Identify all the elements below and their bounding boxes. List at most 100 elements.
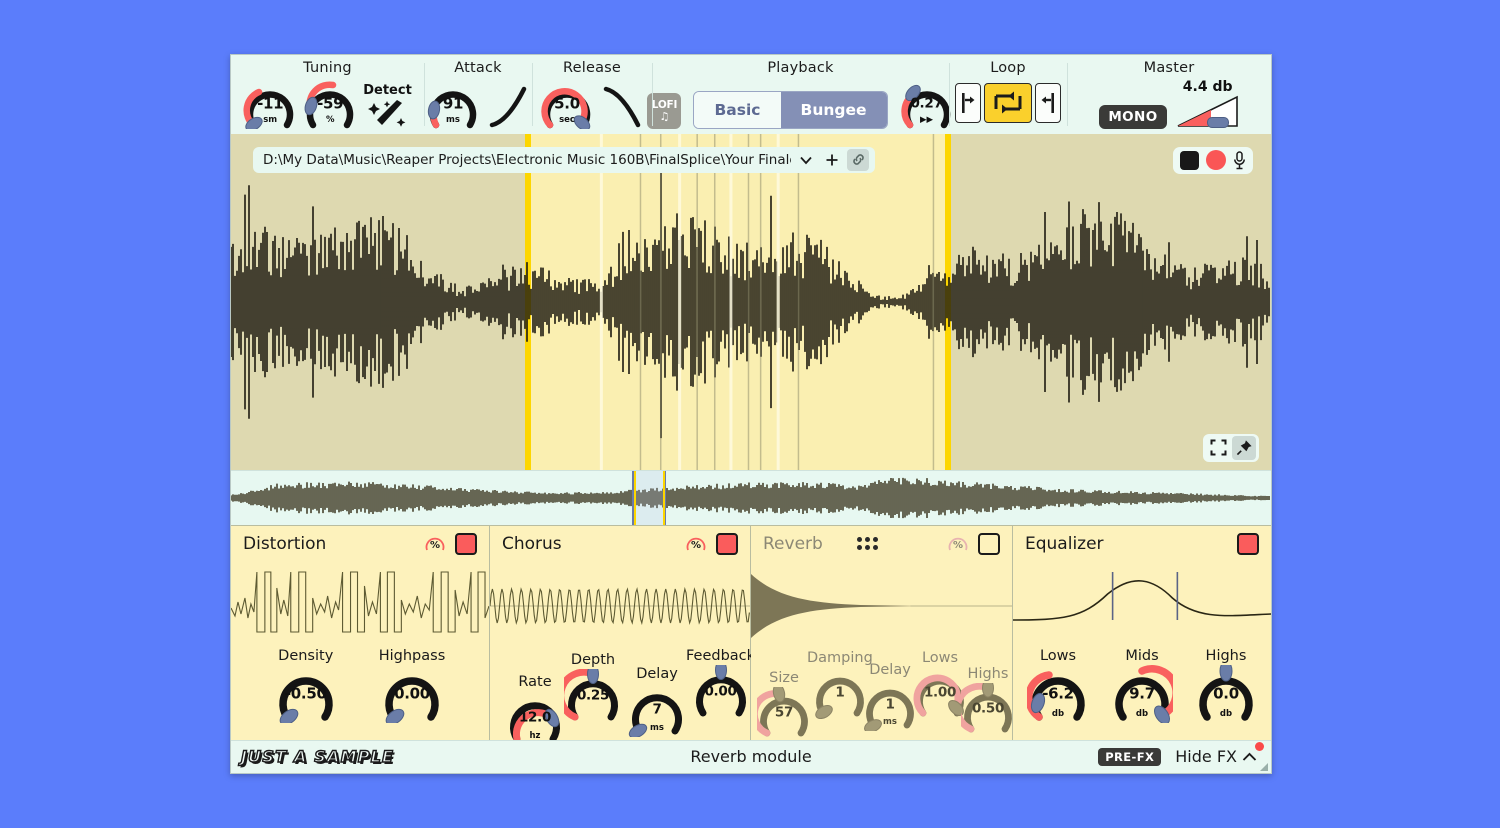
- knob-density[interactable]: -0.50: [275, 665, 337, 723]
- app-logo: JUST A SAMPLE: [240, 747, 395, 767]
- master-gain-control[interactable]: 4.4 db: [1177, 79, 1239, 129]
- knob-eq-lows[interactable]: -6.2 db: [1027, 665, 1089, 723]
- playback-mode-toggle: Basic Bungee: [693, 91, 888, 129]
- fx-enable-toggle[interactable]: [1237, 532, 1259, 555]
- knob-reverb-highs[interactable]: 0.50: [961, 682, 1015, 735]
- fx-module-equalizer[interactable]: Equalizer Lows -6.2 db Mids 9.7 db Highs…: [1013, 525, 1271, 740]
- knob-attack[interactable]: 91 ms: [426, 79, 480, 129]
- knob-value: -59: [317, 94, 344, 113]
- knob-eq-highs[interactable]: 0.0 db: [1195, 664, 1257, 723]
- link-icon[interactable]: [847, 148, 869, 171]
- knob-tuning-cents[interactable]: -59 %: [303, 79, 357, 129]
- file-path-bar[interactable]: D:\My Data\Music\Reaper Projects\Electro…: [253, 146, 875, 173]
- magic-wand-icon: [367, 100, 405, 127]
- knob-unit: sec: [559, 115, 575, 125]
- knob-value: 0.50: [971, 700, 1005, 717]
- percent-mix-icon[interactable]: %: [424, 533, 446, 555]
- attack-curve-icon: [489, 86, 527, 128]
- knob-label: Delay: [869, 661, 911, 678]
- hide-fx-button[interactable]: Hide FX: [1175, 742, 1264, 767]
- marker-left-icon: [962, 93, 975, 113]
- knob-group-reverb-highs: Highs 0.50: [961, 666, 1015, 735]
- knob-reverb-delay[interactable]: 1 ms: [863, 679, 917, 731]
- knob-value: 1: [885, 696, 895, 713]
- fullscreen-button[interactable]: [1206, 436, 1230, 460]
- knob-feedback[interactable]: 0.00: [692, 664, 750, 719]
- waveform-display[interactable]: D:\My Data\Music\Reaper Projects\Electro…: [231, 133, 1271, 470]
- six-dot-drag-icon[interactable]: [856, 537, 878, 551]
- percent-mix-icon[interactable]: %: [685, 533, 707, 555]
- knob-label: Rate: [518, 673, 552, 690]
- prefx-badge[interactable]: PRE-FX: [1098, 747, 1162, 766]
- knob-unit: sm: [263, 115, 278, 125]
- fader-handle[interactable]: [1206, 117, 1229, 128]
- knob-release[interactable]: 5.0 sec: [540, 79, 594, 129]
- knob-rate[interactable]: 12.0 hz: [506, 691, 564, 745]
- knob-size[interactable]: 57: [757, 686, 811, 739]
- playback-mode-bungee[interactable]: Bungee: [780, 92, 887, 128]
- knob-reverb-lows[interactable]: 1.00: [913, 667, 967, 719]
- knob-value: 12.0: [518, 709, 552, 726]
- detect-label: Detect: [363, 83, 412, 98]
- mono-button[interactable]: MONO: [1099, 105, 1167, 129]
- plus-icon[interactable]: [821, 149, 843, 171]
- status-bar: JUST A SAMPLE Reverb module PRE-FX Hide …: [231, 739, 1271, 773]
- section-playback: Playback LOFI ♫ Basic Bungee 0.27 ▶▶: [647, 55, 950, 134]
- knob-eq-mids[interactable]: 9.7 db: [1111, 664, 1173, 723]
- overview-marker-end: [663, 470, 665, 525]
- overview-waveform-graphic: [231, 477, 1270, 518]
- knob-damping[interactable]: 1: [813, 667, 867, 719]
- fx-enable-toggle[interactable]: [455, 532, 477, 555]
- fx-enable-toggle[interactable]: [978, 532, 1000, 555]
- loop-toggle-button[interactable]: [984, 83, 1032, 123]
- knob-value: 0.00: [394, 684, 430, 703]
- record-circle-icon[interactable]: [1206, 150, 1226, 171]
- section-title-attack: Attack: [454, 60, 502, 76]
- knob-tuning-semitones[interactable]: -11 sm: [243, 79, 297, 129]
- knob-depth[interactable]: 0.25: [564, 668, 622, 723]
- microphone-icon[interactable]: [1233, 150, 1246, 170]
- chevron-down-icon[interactable]: [795, 149, 817, 171]
- overview-view-window[interactable]: [632, 470, 666, 525]
- stop-square-icon[interactable]: [1180, 150, 1199, 170]
- pin-button[interactable]: [1232, 435, 1256, 460]
- knob-group-eq-mids: Mids 9.7 db: [1111, 648, 1173, 723]
- knob-group-eq-highs: Highs 0.0 db: [1195, 648, 1257, 723]
- percent-mix-icon[interactable]: %: [947, 533, 969, 555]
- fx-modules-row: Distortion % Density -0.50 Highpass 0.00…: [231, 524, 1271, 743]
- lofi-button[interactable]: LOFI ♫: [647, 93, 682, 129]
- knob-highpass[interactable]: 0.00: [381, 665, 443, 723]
- playback-mode-basic[interactable]: Basic: [694, 92, 781, 128]
- knob-value: 9.7: [1129, 684, 1155, 703]
- knob-unit: ms: [650, 722, 664, 733]
- waveform-corner-buttons: [1203, 433, 1259, 462]
- fx-knob-group: Density -0.50 Highpass 0.00: [231, 648, 489, 723]
- knob-label: Density: [278, 647, 334, 664]
- master-fader[interactable]: [1177, 93, 1239, 129]
- overview-marker-start: [634, 470, 636, 525]
- fx-knob-group: Lows -6.2 db Mids 9.7 db Highs 0.0 db: [1013, 648, 1271, 723]
- fx-module-chorus[interactable]: Chorus % Rate 12.0 hz Depth 0.25 Delay 7…: [490, 525, 755, 743]
- overview-strip[interactable]: [231, 469, 1271, 525]
- fx-title: Chorus: [502, 533, 562, 554]
- section-master: Master MONO 4.4 db: [1067, 55, 1271, 134]
- section-title-loop: Loop: [990, 60, 1026, 76]
- fx-module-distortion[interactable]: Distortion % Density -0.50 Highpass 0.00: [231, 525, 490, 740]
- fx-graph-distortion: [231, 558, 489, 646]
- knob-group-density: Density -0.50: [275, 648, 337, 723]
- hide-fx-label: Hide FX: [1175, 747, 1237, 767]
- knob-chorus-delay[interactable]: 7 ms: [628, 683, 686, 737]
- knob-playback-speed[interactable]: 0.27 ▶▶: [900, 79, 954, 129]
- fx-graph-chorus: [490, 558, 750, 646]
- fx-module-reverb[interactable]: Reverb % Size 57 Damping 1 Delay 1 ms Lo…: [751, 525, 1015, 740]
- section-release: Release 5.0 sec: [532, 55, 652, 134]
- loop-icon: [994, 91, 1022, 114]
- section-title-playback: Playback: [767, 60, 834, 76]
- fx-enable-toggle[interactable]: [716, 532, 738, 555]
- knob-label: Depth: [570, 651, 616, 668]
- waveform-graphic: [231, 133, 1270, 470]
- knob-label: Size: [769, 669, 799, 686]
- loop-end-marker-button[interactable]: [1035, 83, 1061, 123]
- detect-button[interactable]: Detect: [363, 77, 412, 129]
- loop-start-marker-button[interactable]: [955, 83, 981, 123]
